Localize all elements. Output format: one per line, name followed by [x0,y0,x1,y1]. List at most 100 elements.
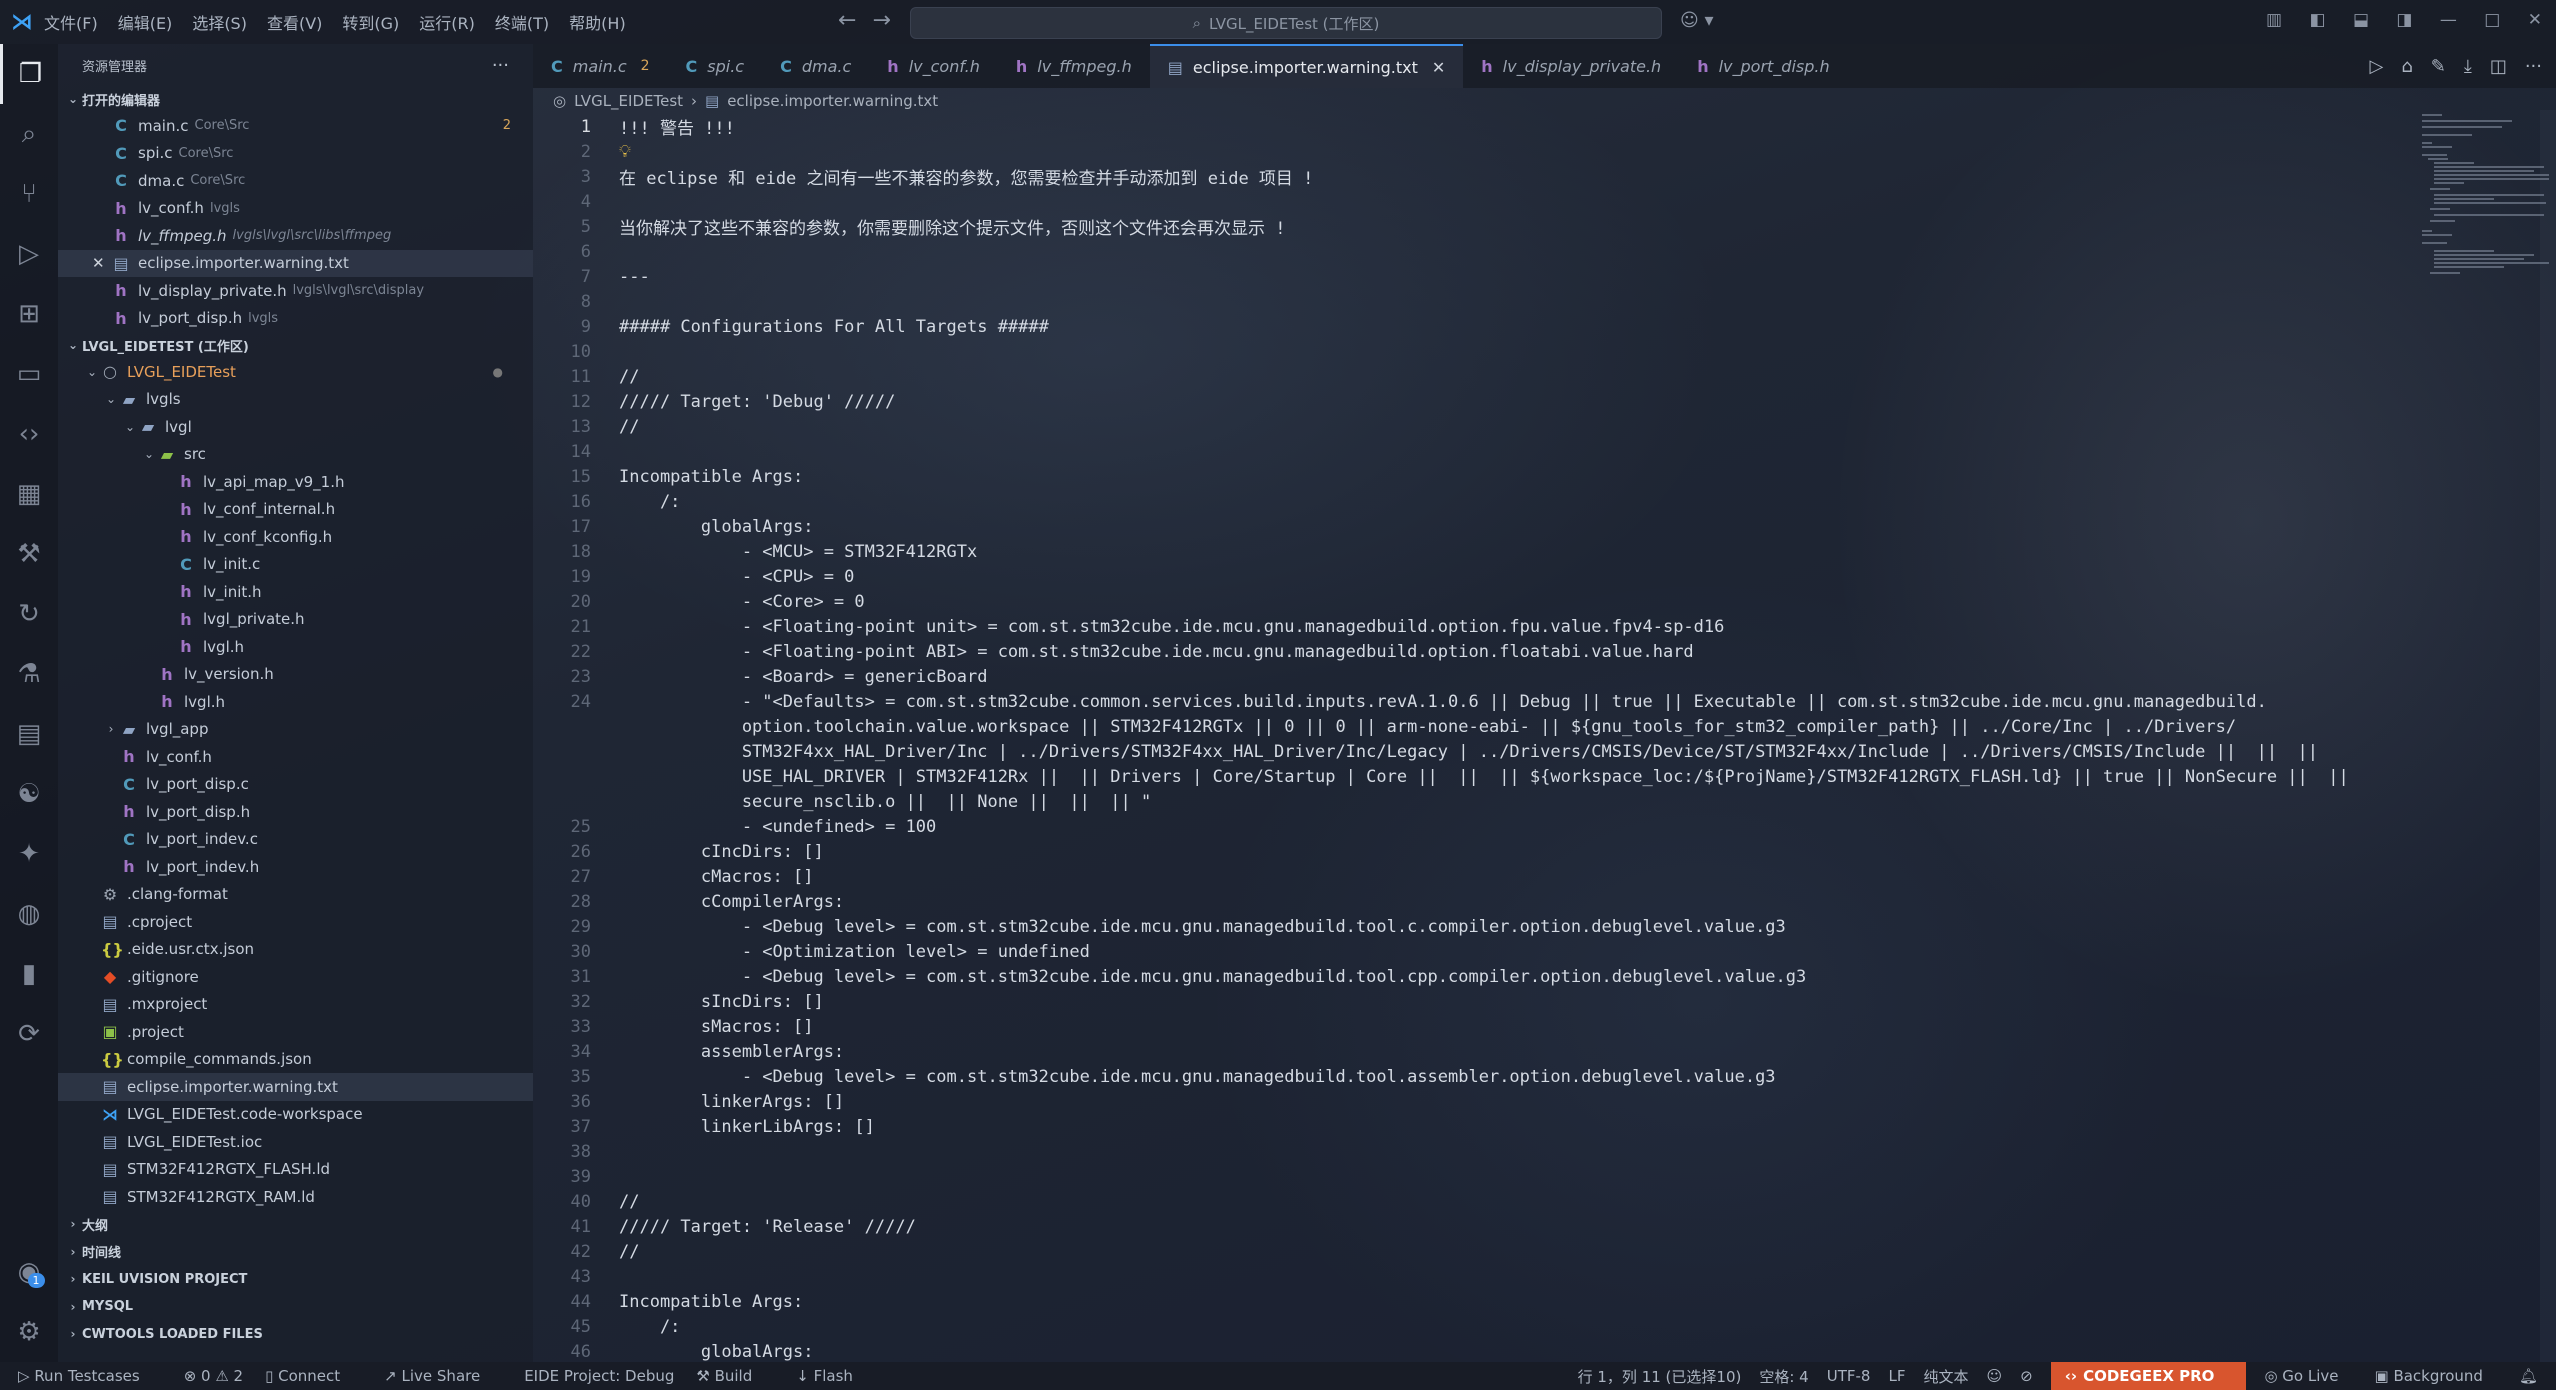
open-editor-item[interactable]: Cmain.c Core\Src 2 [58,112,533,140]
copilot-status-icon[interactable]: ☺ [1986,1367,2002,1385]
code-line[interactable]: 7 --- [533,264,2413,289]
tree-item[interactable]: {} compile_commands.json [58,1046,533,1074]
tree-item[interactable]: ▤ STM32F412RGTX_RAM.ld [58,1183,533,1211]
tree-item[interactable]: Clv_port_indev.c [58,826,533,854]
explorer-icon[interactable]: ❐ [0,44,58,104]
forward-arrow-icon[interactable]: → [872,8,890,33]
tree-item[interactable]: › ▰ lvgl_app [58,716,533,744]
collapsed-section-header[interactable]: › KEIL UVISION PROJECT [58,1266,533,1294]
code-line[interactable]: 16 /: [533,489,2413,514]
testing-icon[interactable]: ⚗ [0,644,58,704]
tree-item[interactable]: Clv_port_disp.c [58,771,533,799]
download-icon[interactable]: ⤓ [2464,56,2472,77]
close-editor-icon[interactable]: ✕ [92,254,105,272]
chart-icon[interactable]: ▮ [0,944,58,1004]
code-line[interactable]: 22 - <Floating-point ABI> = com.st.stm32… [533,639,2413,664]
code-line[interactable]: 19 - <CPU> = 0 [533,564,2413,589]
encoding[interactable]: UTF-8 [1827,1367,1871,1385]
tree-item[interactable]: h lv_conf_internal.h [58,496,533,524]
code-line[interactable]: 30 - <Optimization level> = undefined [533,939,2413,964]
build-item[interactable]: ⚒ Build [696,1367,774,1385]
cursor-position[interactable]: 行 1，列 11 (已选择10) [1578,1366,1742,1387]
tree-item[interactable]: h lv_port_indev.h [58,853,533,881]
code-line[interactable]: option.toolchain.value.workspace || STM3… [533,714,2413,739]
code-line[interactable]: 20 - <Core> = 0 [533,589,2413,614]
menu-item[interactable]: 帮助(H) [569,14,626,33]
code-line[interactable]: 34 assemblerArgs: [533,1039,2413,1064]
code-line[interactable]: 17 globalArgs: [533,514,2413,539]
remote-explorer-icon[interactable]: ▭ [0,344,58,404]
open-editor-item[interactable]: h lv_conf.h lvgls [58,195,533,223]
copilot-icon[interactable]: ☺ ▾ [1680,10,1714,31]
tree-item[interactable]: h lv_conf.h [58,743,533,771]
command-center-search[interactable]: ⌕ LVGL_EIDETest (工作区) [910,7,1662,39]
share-icon[interactable]: ↻ [0,584,58,644]
code-line[interactable]: 5 当你解决了这些不兼容的参数，你需要删除这个提示文件，否则这个文件还会再次显示 … [533,214,2413,240]
maximize-icon[interactable]: □ [2484,10,2500,30]
open-editor-item[interactable]: h lv_port_disp.h lvgls [58,305,533,333]
toggle-sidebar-icon[interactable]: ◧ [2309,10,2325,30]
tree-item[interactable]: h lvgl_private.h [58,606,533,634]
connect-item[interactable]: ▯ Connect [265,1367,362,1385]
code-line[interactable]: 46 globalArgs: [533,1339,2413,1364]
globe-icon[interactable]: ◍ [0,884,58,944]
editor-tab[interactable]: h lv_conf.h [869,44,998,88]
code-line[interactable]: 27 cMacros: [] [533,864,2413,889]
code-line[interactable]: 4 [533,189,2413,214]
run-debug-icon[interactable]: ▷ [0,224,58,284]
timeline-icon[interactable]: ⟳ [0,1004,58,1064]
code-line[interactable]: 26 cIncDirs: [] [533,839,2413,864]
minimize-icon[interactable]: — [2440,10,2457,30]
code-line[interactable]: USE_HAL_DRIVER | STM32F412Rx || || Drive… [533,764,2413,789]
tree-item[interactable]: ▤ eclipse.importer.warning.txt [58,1073,533,1101]
editor-tab[interactable]: h lv_display_private.h [1463,44,1679,88]
build-icon[interactable]: ⌂ [2401,56,2412,77]
code-line[interactable]: 29 - <Debug level> = com.st.stm32cube.id… [533,914,2413,939]
code-line[interactable]: 33 sMacros: [] [533,1014,2413,1039]
code-line[interactable]: 1 !!! 警告 !!! [533,114,2413,140]
code-line[interactable]: 43 [533,1264,2413,1289]
menu-item[interactable]: 运行(R) [419,14,475,33]
more-icon[interactable]: ··· [2525,56,2542,77]
tree-item[interactable]: ⚙ .clang-format [58,881,533,909]
live-share-item[interactable]: ↗ Live Share [384,1367,502,1385]
tree-item[interactable]: ⌄ ▰ src [58,441,533,469]
lightbulb-icon[interactable]: 💡︎ [619,142,631,162]
code-line[interactable]: 38 [533,1139,2413,1164]
editor-tab[interactable]: h lv_port_disp.h [1679,44,1847,88]
code-line[interactable]: 31 - <Debug level> = com.st.stm32cube.id… [533,964,2413,989]
editor-tab[interactable]: Cspi.c [668,44,763,88]
toggle-secondary-sidebar-icon[interactable]: ◨ [2396,10,2412,30]
background-item[interactable]: ▣ Background [2375,1367,2501,1385]
editor-scrollbar[interactable] [2540,110,2556,1362]
tree-item[interactable]: ⌄ ○ LVGL_EIDETest ● [58,358,533,386]
tree-item[interactable]: ▣ .project [58,1018,533,1046]
editor-tab[interactable]: Cmain.c 2 [533,44,668,88]
code-editor[interactable]: 1 !!! 警告 !!! 2 💡︎ 3 在 eclipse 和 eide 之间有一些不兼容… [533,114,2413,1362]
menu-item[interactable]: 终端(T) [495,14,549,33]
code-line[interactable]: 8 [533,289,2413,314]
collapsed-section-header[interactable]: › MYSQL [58,1293,533,1321]
breadcrumb-root[interactable]: LVGL_EIDETest [574,92,683,110]
minimap[interactable] [2420,110,2550,340]
more-actions-icon[interactable]: ··· [492,55,509,76]
tree-item[interactable]: h lvgl.h [58,633,533,661]
editor-tab[interactable]: h lv_ffmpeg.h [998,44,1150,88]
code-line[interactable]: 10 [533,339,2413,364]
code-line[interactable]: 11 // [533,364,2413,389]
code-line[interactable]: 40 // [533,1189,2413,1214]
tree-item[interactable]: ▤ STM32F412RGTX_FLASH.ld [58,1156,533,1184]
menu-item[interactable]: 文件(F) [44,14,98,33]
collapsed-section-header[interactable]: › CWTOOLS LOADED FILES [58,1321,533,1349]
accounts-icon[interactable]: ◉ 1 [0,1242,58,1302]
open-editors-section-header[interactable]: ⌄ 打开的编辑器 [58,86,533,112]
code-line[interactable]: 13 // [533,414,2413,439]
tree-item[interactable]: ▤ .cproject [58,908,533,936]
open-editor-item[interactable]: h lv_ffmpeg.h lvgls\lvgl\src\libs\ffmpeg [58,222,533,250]
tree-item[interactable]: ⌄ ▰ lvgl [58,413,533,441]
code-line[interactable]: 2 💡︎ [533,139,2413,164]
code-line[interactable]: 9 ##### Configurations For All Targets ##… [533,314,2413,339]
codegeex-pro-item[interactable]: ‹› CODEGEEX PRO [2050,1362,2247,1390]
code-line[interactable]: 25 - <undefined> = 100 [533,814,2413,839]
extensions-icon[interactable]: ⊞ [0,284,58,344]
